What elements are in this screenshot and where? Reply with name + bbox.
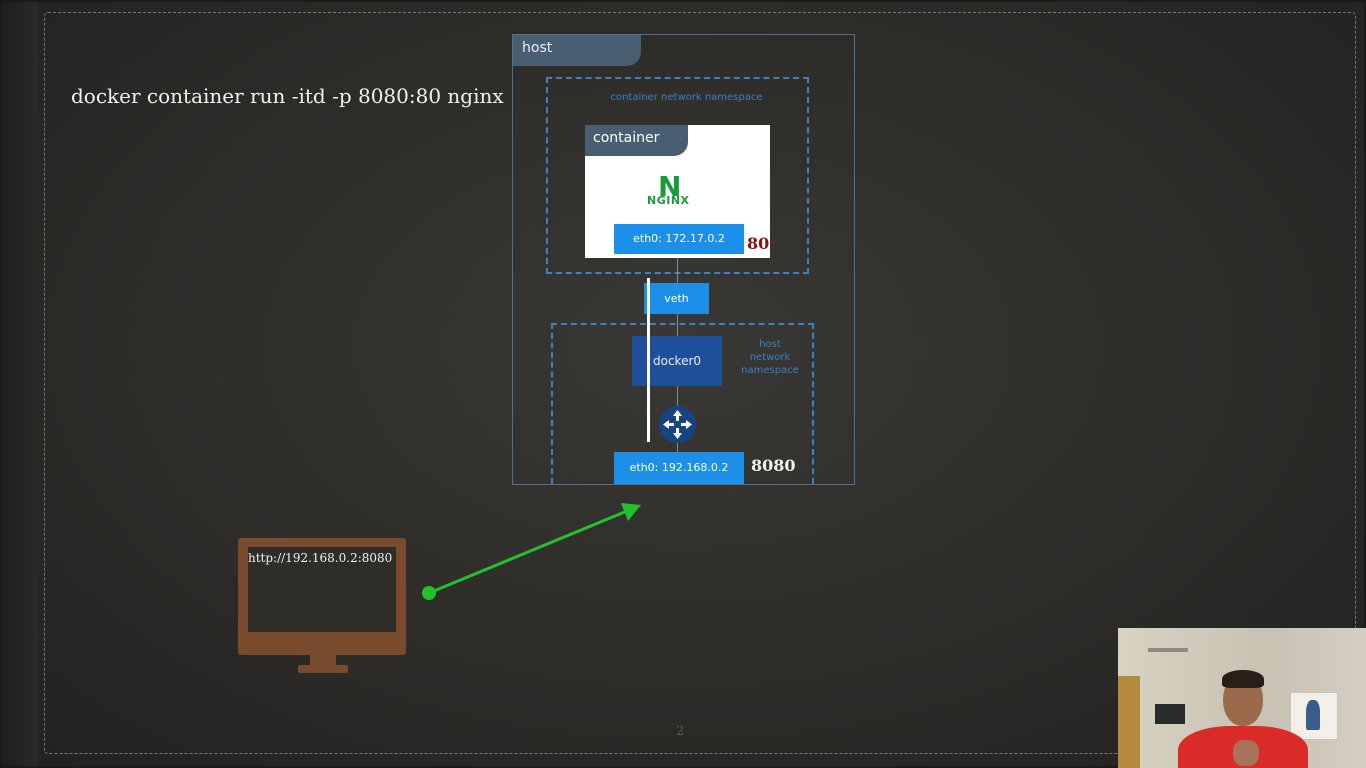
connector-line-container-veth: [677, 258, 678, 283]
router-icon: [659, 406, 696, 443]
door: [1118, 676, 1140, 768]
host-namespace-label-line3: namespace: [741, 365, 799, 376]
connector-line-docker0-router: [677, 386, 678, 406]
client-url: http://192.168.0.2:8080: [248, 551, 393, 565]
docker0-bridge: docker0: [632, 336, 722, 386]
poster-figure: [1306, 700, 1320, 730]
packet-path-line: [647, 278, 650, 442]
nginx-logo-word: NGINX: [647, 194, 690, 207]
connector-line-router-eth0: [677, 443, 678, 452]
container-namespace-label: container network namespace: [610, 92, 763, 103]
request-arrow: [422, 503, 641, 600]
page-number: 2: [676, 724, 685, 739]
container-tab: container: [585, 125, 688, 156]
container-eth0-interface: eth0: 172.17.0.2: [614, 224, 744, 254]
host-eth0-interface: eth0: 192.168.0.2: [614, 452, 744, 484]
host-namespace-label: host network namespace: [730, 338, 810, 377]
docker-command: docker container run -itd -p 8080:80 ngi…: [71, 84, 504, 108]
host-namespace-label-line2: network: [749, 352, 791, 363]
host-tab: host: [513, 35, 641, 66]
tv: [1155, 704, 1185, 724]
container-port: 80: [747, 234, 770, 253]
webcam-overlay: [1118, 628, 1366, 768]
presenter-hand: [1233, 740, 1259, 766]
veth-interface: veth: [644, 283, 709, 314]
nginx-logo: N NGINX: [644, 170, 704, 210]
host-port: 8080: [751, 456, 796, 475]
host-namespace-label-line1: host: [759, 339, 781, 350]
ceiling-fan: [1148, 648, 1188, 652]
presenter-hair: [1222, 670, 1264, 688]
